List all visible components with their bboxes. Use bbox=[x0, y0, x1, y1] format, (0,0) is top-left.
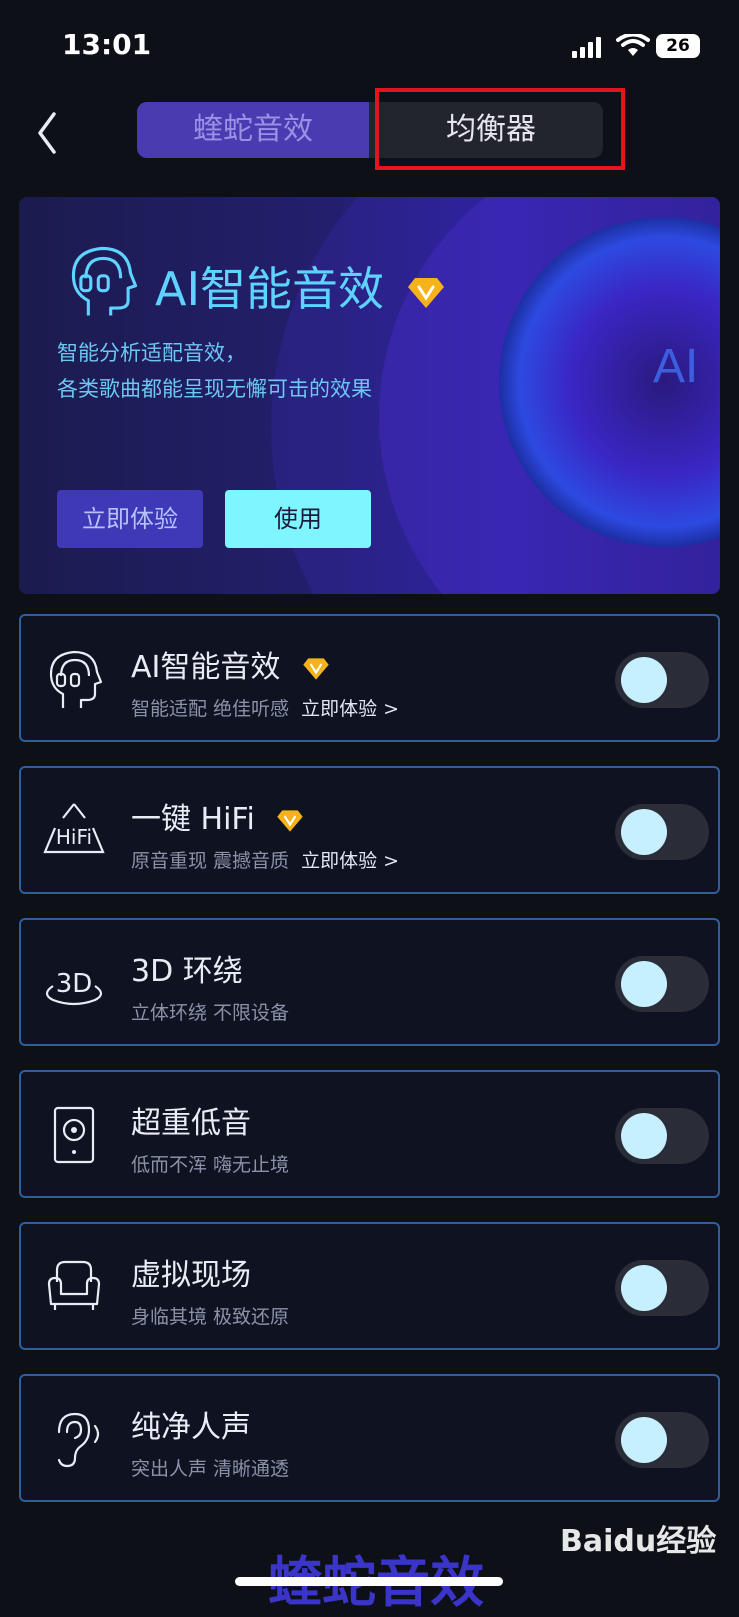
effect-row-ai[interactable]: AI智能音效 智能适配 绝佳听感 立即体验 > bbox=[19, 614, 720, 742]
ear-icon bbox=[57, 1412, 100, 1468]
speaker-icon bbox=[53, 1106, 95, 1164]
banner-subtitle-1: 智能分析适配音效， bbox=[57, 341, 246, 365]
effect-subtitle: 智能适配 绝佳听感 立即体验 > bbox=[131, 698, 400, 720]
pure-vocal-toggle[interactable] bbox=[615, 1412, 709, 1468]
use-button[interactable]: 使用 bbox=[225, 490, 371, 548]
ai-head-icon bbox=[71, 246, 138, 316]
back-arrow-icon[interactable] bbox=[30, 108, 70, 158]
effect-row-bass[interactable]: 超重低音 低而不浑 嗨无止境 bbox=[19, 1070, 720, 1198]
effect-title: 3D 环绕 bbox=[131, 954, 243, 989]
effect-row-live[interactable]: 虚拟现场 身临其境 极致还原 bbox=[19, 1222, 720, 1350]
toggle-knob bbox=[621, 961, 667, 1007]
toggle-knob bbox=[621, 1113, 667, 1159]
effect-row-vocal[interactable]: 纯净人声 突出人声 清晰通透 bbox=[19, 1374, 720, 1502]
try-now-link[interactable]: 立即体验 > bbox=[301, 850, 399, 872]
baidu-watermark: Baidu经验 bbox=[560, 1524, 717, 1559]
effect-title: 纯净人声 bbox=[131, 1410, 251, 1445]
3d-surround-toggle[interactable] bbox=[615, 956, 709, 1012]
effect-subtitle: 原音重现 震撼音质 立即体验 > bbox=[131, 850, 400, 872]
effect-row-hifi[interactable]: HiFi 一键 HiFi 原音重现 震撼音质 立即体验 > bbox=[19, 766, 720, 894]
vip-diamond-icon bbox=[303, 657, 329, 680]
battery-indicator: 26 bbox=[656, 34, 700, 58]
effect-subtitle: 立体环绕 不限设备 bbox=[131, 1002, 290, 1024]
effect-subtitle: 突出人声 清晰通透 bbox=[131, 1458, 290, 1480]
svg-text:3D: 3D bbox=[56, 969, 93, 999]
cellular-signal-icon bbox=[572, 36, 602, 58]
ai-head-icon bbox=[49, 650, 103, 708]
toggle-knob bbox=[621, 1417, 667, 1463]
try-now-button[interactable]: 立即体验 bbox=[57, 490, 203, 548]
effect-title: 一键 HiFi bbox=[131, 794, 304, 838]
status-time: 13:01 bbox=[62, 28, 152, 61]
try-now-link[interactable]: 立即体验 > bbox=[301, 698, 399, 720]
home-indicator[interactable] bbox=[235, 1577, 503, 1586]
banner-title: AI智能音效 bbox=[155, 253, 445, 319]
vip-diamond-icon bbox=[407, 277, 444, 308]
effect-title: AI智能音效 bbox=[131, 642, 330, 686]
effect-title: 超重低音 bbox=[131, 1106, 251, 1141]
effect-row-3d[interactable]: 3D 3D 环绕 立体环绕 不限设备 bbox=[19, 918, 720, 1046]
wifi-icon bbox=[616, 34, 650, 56]
banner-subtitle-2: 各类歌曲都能呈现无懈可击的效果 bbox=[57, 377, 372, 401]
tab-viper-effects[interactable]: 蝰蛇音效 bbox=[137, 102, 369, 158]
virtual-live-toggle[interactable] bbox=[615, 1260, 709, 1316]
ai-effect-toggle[interactable] bbox=[615, 652, 709, 708]
super-bass-toggle[interactable] bbox=[615, 1108, 709, 1164]
effect-title: 虚拟现场 bbox=[131, 1258, 251, 1293]
ai-effect-banner: AI AI智能音效 智能分析适配音效， 各类歌曲都能呈现无懈可击的效果 立即体验… bbox=[19, 197, 720, 594]
effect-subtitle: 低而不浑 嗨无止境 bbox=[131, 1154, 290, 1176]
effect-subtitle: 身临其境 极致还原 bbox=[131, 1306, 290, 1328]
toggle-knob bbox=[621, 657, 667, 703]
hifi-icon: HiFi bbox=[43, 803, 105, 854]
toggle-knob bbox=[621, 809, 667, 855]
svg-text:HiFi: HiFi bbox=[56, 825, 92, 849]
vip-diamond-icon bbox=[277, 809, 304, 832]
toggle-knob bbox=[621, 1265, 667, 1311]
sofa-icon bbox=[47, 1260, 101, 1310]
3d-surround-icon: 3D bbox=[45, 969, 103, 1006]
highlight-box bbox=[375, 88, 625, 170]
hifi-toggle[interactable] bbox=[615, 804, 709, 860]
orb-label: AI bbox=[653, 340, 699, 393]
